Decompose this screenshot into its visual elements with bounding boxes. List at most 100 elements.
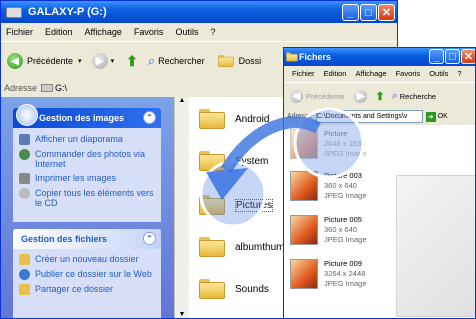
- menu-favoris[interactable]: Favoris: [396, 69, 421, 78]
- minimize-button[interactable]: _: [342, 4, 359, 21]
- go-arrow-icon[interactable]: ➔: [425, 111, 436, 122]
- forward-arrow-icon[interactable]: ▶: [91, 53, 108, 69]
- file-dims: 3264 x 2448: [324, 269, 366, 278]
- files-tasks-title: Gestion des fichiers: [21, 234, 108, 244]
- folder-item-sounds[interactable]: Sounds: [199, 279, 269, 299]
- menu-outils[interactable]: Outils: [175, 27, 198, 37]
- up-folder-icon[interactable]: ⬆: [126, 53, 138, 70]
- task-pane-scrollbar[interactable]: ▲ ▼: [174, 97, 189, 318]
- folder-item-android[interactable]: Android: [199, 109, 269, 129]
- task-slideshow[interactable]: Afficher un diaporama: [13, 132, 161, 147]
- task-pane: Gestion des images ⌃ Afficher un diapora…: [1, 97, 174, 318]
- drive-icon: [6, 6, 22, 18]
- folder-name: Sounds: [235, 283, 269, 295]
- images-tasks-header[interactable]: Gestion des images ⌃: [13, 104, 161, 128]
- folder-name: albumthum: [235, 241, 285, 253]
- task-label: Afficher un diaporama: [35, 134, 123, 144]
- task-label: Publier ce dossier sur le Web: [35, 269, 152, 279]
- image-thumbnail-icon: [290, 171, 318, 201]
- task-label: Commander des photos via Internet: [35, 149, 146, 169]
- folder-icon: [199, 237, 225, 257]
- cd-icon: [19, 188, 30, 199]
- collapse-chevron-icon[interactable]: ⌃: [143, 111, 156, 124]
- second-menu-bar: Fichier Edition Affichage Favoris Outils…: [284, 66, 475, 81]
- menu-edition[interactable]: Edition: [324, 69, 347, 78]
- menu-favoris[interactable]: Favoris: [134, 27, 164, 37]
- up-folder-icon[interactable]: ⬆: [375, 90, 384, 103]
- images-tasks-panel: Gestion des images ⌃ Afficher un diapora…: [13, 104, 161, 222]
- folders-button[interactable]: Dossi: [239, 56, 262, 66]
- task-order-prints[interactable]: Commander des photos via Internet: [13, 147, 161, 171]
- menu-help[interactable]: ?: [457, 69, 461, 78]
- collapse-chevron-icon[interactable]: ⌃: [143, 232, 156, 245]
- folder-item-system[interactable]: System: [199, 151, 268, 171]
- printer-icon: [19, 173, 30, 184]
- folder-item-pictures[interactable]: Pictures: [199, 195, 274, 215]
- back-arrow-icon[interactable]: ◀: [290, 89, 303, 103]
- search-button[interactable]: Recherche: [400, 92, 436, 101]
- file-dims: 2048 x 1536: [324, 139, 366, 148]
- forward-dropdown-icon[interactable]: ▾: [111, 57, 115, 65]
- menu-affichage[interactable]: Affichage: [355, 69, 386, 78]
- folder-item-albumthum[interactable]: albumthum: [199, 237, 284, 257]
- file-dims: 360 x 640: [324, 225, 357, 234]
- search-button[interactable]: Rechercher: [158, 56, 205, 66]
- task-publish-web[interactable]: Publier ce dossier sur le Web: [13, 267, 161, 282]
- menu-edition[interactable]: Edition: [45, 27, 73, 37]
- window-title: GALAXY-P (G:): [28, 6, 107, 18]
- task-new-folder[interactable]: Créer un nouveau dossier: [13, 252, 161, 267]
- scroll-down-arrow-icon[interactable]: ▼: [175, 311, 189, 318]
- close-button[interactable]: ✕: [461, 49, 475, 64]
- forward-arrow-icon[interactable]: ▶: [354, 89, 368, 103]
- menu-fichier[interactable]: Fichier: [6, 27, 33, 37]
- file-item-picture-005[interactable]: Picture 005 360 x 640 JPEG Image: [290, 215, 367, 245]
- folder-icon: [199, 151, 225, 171]
- globe-icon: [19, 269, 30, 280]
- folders-icon[interactable]: [217, 55, 234, 67]
- search-icon[interactable]: ⌕: [392, 90, 398, 103]
- main-titlebar[interactable]: GALAXY-P (G:) _ □ ✕: [1, 1, 397, 23]
- menu-fichier[interactable]: Fichier: [292, 69, 315, 78]
- file-name: Picture 003: [324, 171, 362, 180]
- back-arrow-icon[interactable]: ◀: [7, 53, 23, 69]
- folder-icon: [199, 109, 225, 129]
- task-print-images[interactable]: Imprimer les images: [13, 171, 161, 186]
- maximize-button[interactable]: □: [445, 49, 460, 64]
- back-button[interactable]: Précédente: [306, 92, 344, 101]
- file-item-picture-003[interactable]: Picture 003 360 x 640 JPEG Image: [290, 171, 367, 201]
- second-window: Fichers _ □ ✕ Fichier Edition Affichage …: [283, 47, 476, 319]
- back-button[interactable]: Précédente: [27, 56, 73, 66]
- address-field[interactable]: G:\: [55, 83, 67, 93]
- slideshow-icon: [19, 134, 30, 145]
- menu-outils[interactable]: Outils: [429, 69, 448, 78]
- file-type: JPEG Image: [324, 279, 367, 288]
- large-image-preview: [396, 175, 475, 317]
- folder-icon: [199, 279, 225, 299]
- maximize-button[interactable]: □: [360, 4, 377, 21]
- folder-name: Pictures: [235, 198, 274, 212]
- task-label: Créer un nouveau dossier: [35, 254, 139, 264]
- address-drive-icon: [41, 84, 54, 92]
- task-share-folder[interactable]: Partager ce dossier: [13, 282, 161, 297]
- second-window-title: Fichers: [299, 52, 332, 62]
- back-dropdown-icon[interactable]: ▾: [78, 57, 82, 65]
- menu-affichage[interactable]: Affichage: [85, 27, 122, 37]
- scroll-up-arrow-icon[interactable]: ▲: [175, 97, 189, 104]
- search-icon[interactable]: ⌕: [148, 53, 155, 69]
- file-item-picture[interactable]: Picture 2048 x 1536 JPEG Image: [290, 129, 367, 159]
- second-titlebar[interactable]: Fichers _ □ ✕: [284, 48, 475, 66]
- minimize-button[interactable]: _: [429, 49, 444, 64]
- file-item-picture-009[interactable]: Picture 009 3264 x 2448 JPEG Image: [290, 259, 367, 289]
- file-dims: 360 x 640: [324, 181, 357, 190]
- file-type: JPEG Image: [324, 191, 367, 200]
- menu-help[interactable]: ?: [210, 27, 215, 37]
- share-folder-icon: [19, 284, 30, 295]
- images-task-icon: [16, 104, 38, 126]
- task-copy-to-cd[interactable]: Copier tous les éléments vers le CD: [13, 186, 161, 210]
- order-prints-icon: [19, 149, 30, 160]
- files-tasks-header[interactable]: Gestion des fichiers ⌃: [13, 229, 161, 249]
- new-folder-icon: [19, 254, 30, 265]
- go-button[interactable]: OK: [438, 113, 448, 120]
- close-button[interactable]: ✕: [378, 4, 395, 21]
- address-field[interactable]: C:\Documents and Settings\v: [315, 110, 423, 123]
